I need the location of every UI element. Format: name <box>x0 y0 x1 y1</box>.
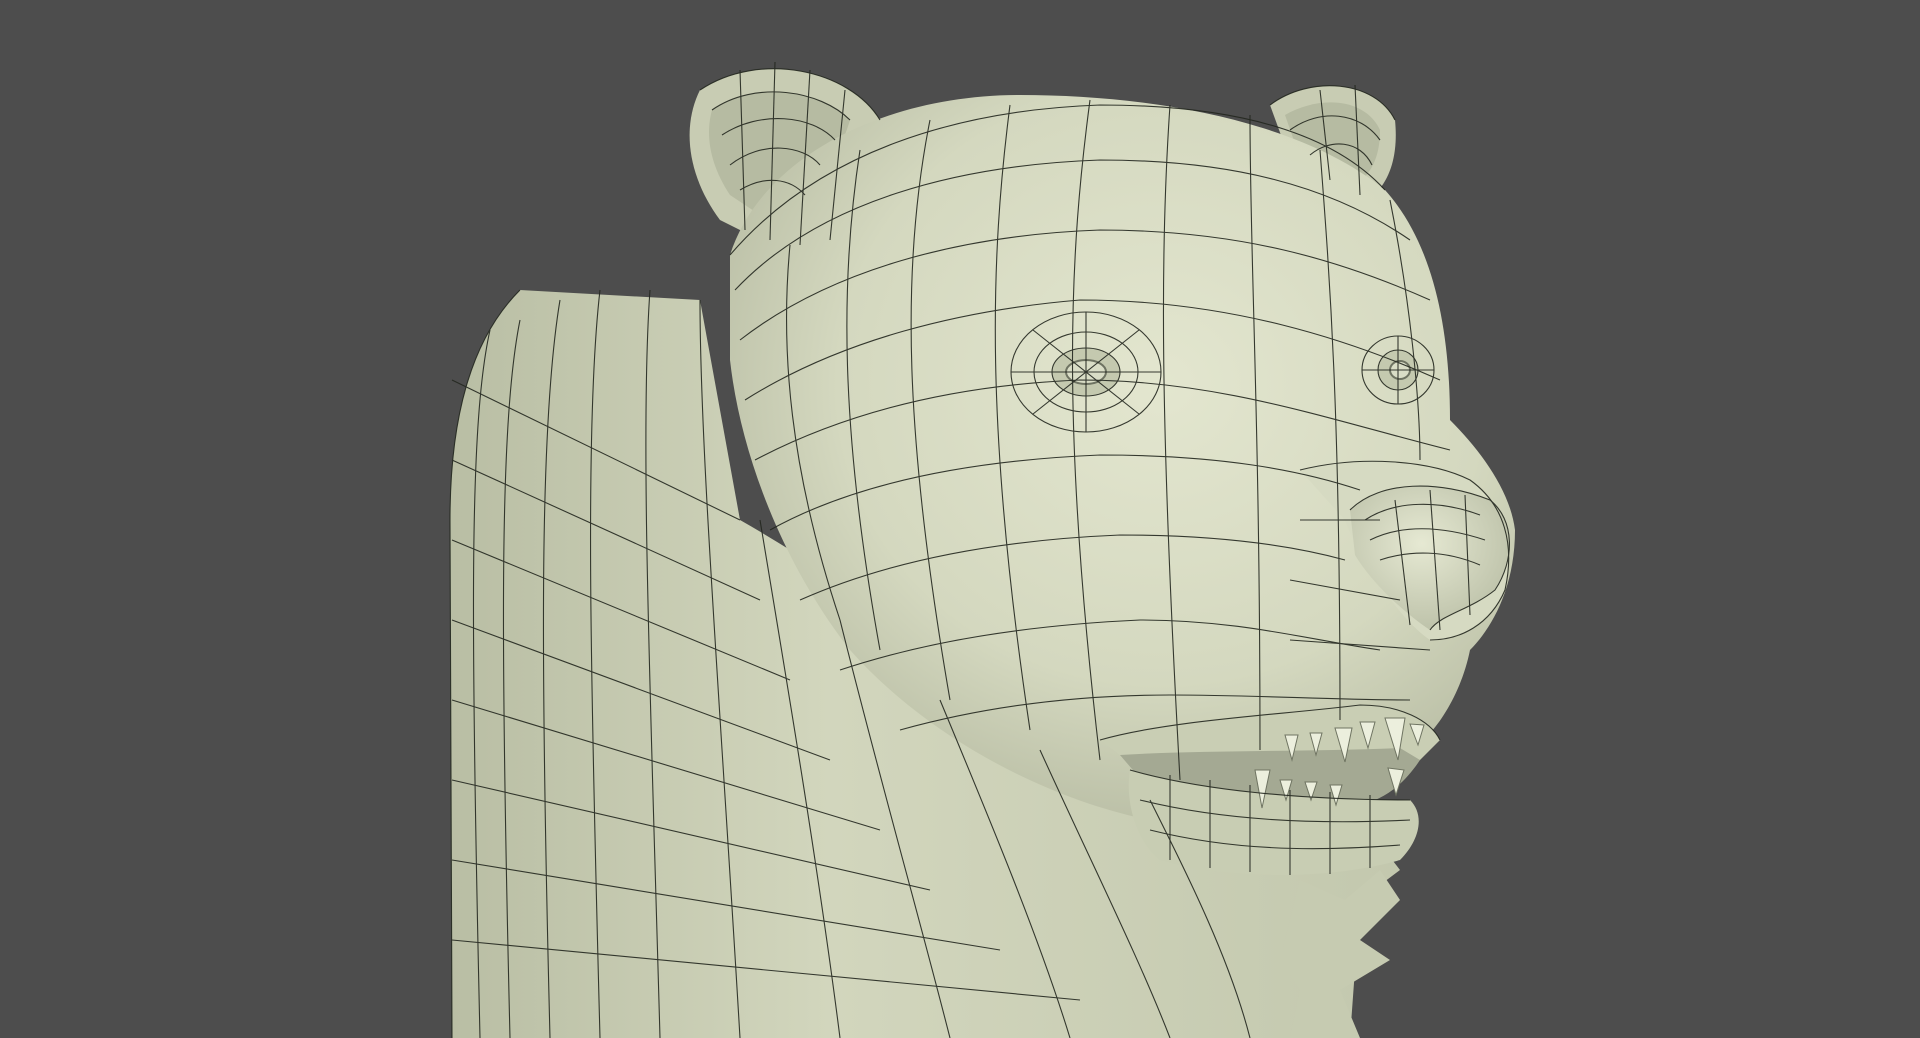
bear-head-mesh-icon[interactable] <box>0 0 1920 1038</box>
3d-viewport[interactable] <box>0 0 1920 1038</box>
